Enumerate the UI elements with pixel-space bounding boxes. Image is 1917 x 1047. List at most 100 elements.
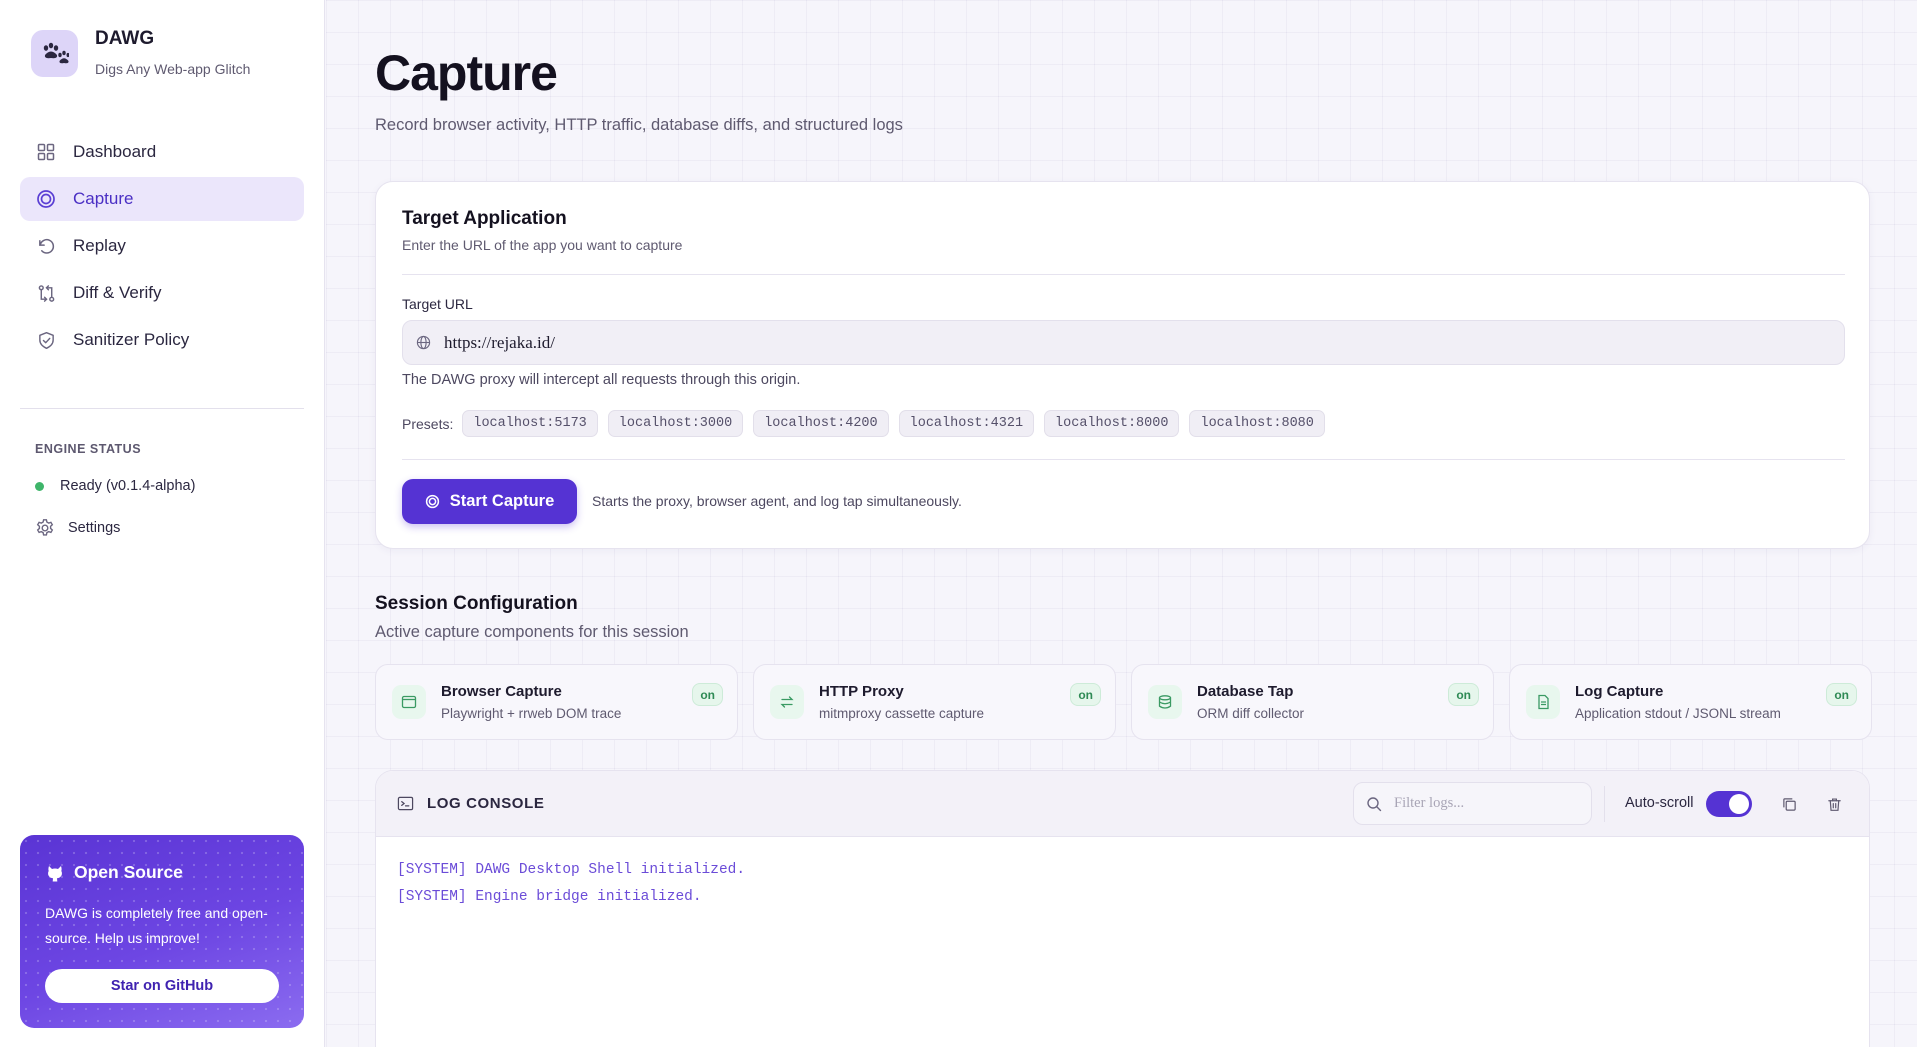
nav-label: Diff & Verify xyxy=(73,283,162,302)
engine-status: Ready (v0.1.4-alpha) xyxy=(35,478,195,494)
preset-chip[interactable]: localhost:8080 xyxy=(1189,410,1325,437)
app-tagline: Digs Any Web-app Glitch xyxy=(95,61,251,77)
session-config-subtitle: Active capture components for this sessi… xyxy=(375,623,689,641)
nav-item-sanitizer-policy[interactable]: Sanitizer Policy xyxy=(20,318,304,362)
card-subtitle: Enter the URL of the app you want to cap… xyxy=(402,237,683,253)
database-icon xyxy=(1148,685,1182,719)
component-name: HTTP Proxy xyxy=(819,683,904,700)
nav-item-diff-verify[interactable]: Diff & Verify xyxy=(20,271,304,315)
brand: DAWG Digs Any Web-app Glitch xyxy=(31,28,250,77)
gear-icon xyxy=(35,518,55,538)
engine-status-text: Ready (v0.1.4-alpha) xyxy=(60,478,196,494)
main-content: Capture Record browser activity, HTTP tr… xyxy=(326,0,1917,1047)
nav-item-replay[interactable]: Replay xyxy=(20,224,304,268)
copy-icon xyxy=(1782,797,1796,811)
sidebar: DAWG Digs Any Web-app Glitch Dashboard C… xyxy=(0,0,325,1047)
search-icon xyxy=(1366,796,1382,812)
component-name: Log Capture xyxy=(1575,683,1664,700)
app-name: DAWG xyxy=(95,28,155,49)
component-card-database-tap: Database Tap ORM diff collector on xyxy=(1131,664,1494,740)
component-name: Database Tap xyxy=(1197,683,1294,700)
target-url-label: Target URL xyxy=(402,296,473,312)
grid-icon xyxy=(36,142,56,162)
toggle-knob xyxy=(1729,794,1749,814)
log-console-title: LOG CONSOLE xyxy=(427,795,545,812)
nav-label: Capture xyxy=(73,189,134,208)
terminal-icon xyxy=(397,795,414,812)
proxy-hint: The DAWG proxy will intercept all reques… xyxy=(402,372,801,388)
card-title: Target Application xyxy=(402,208,567,229)
start-capture-label: Start Capture xyxy=(449,492,555,510)
page-subtitle: Record browser activity, HTTP traffic, d… xyxy=(375,116,903,134)
card-divider xyxy=(402,459,1845,460)
shield-check-icon xyxy=(36,330,56,350)
toolbar-separator xyxy=(1604,786,1605,822)
file-text-icon xyxy=(1526,685,1560,719)
status-dot-icon xyxy=(35,481,44,491)
open-source-title: Open Source xyxy=(74,862,183,882)
open-source-card: Open Source DAWG is completely free and … xyxy=(20,835,304,1028)
globe-icon xyxy=(416,335,431,350)
status-badge: on xyxy=(1826,683,1857,706)
component-desc: Application stdout / JSONL stream xyxy=(1575,706,1781,721)
log-console: LOG CONSOLE Auto-scroll xyxy=(375,770,1870,1047)
component-card-log-capture: Log Capture Application stdout / JSONL s… xyxy=(1509,664,1872,740)
target-application-card: Target Application Enter the URL of the … xyxy=(375,181,1870,549)
main-nav: Dashboard Capture Replay Diff & Verify S… xyxy=(20,130,304,365)
rotate-ccw-icon xyxy=(36,236,56,256)
preset-chip[interactable]: localhost:5173 xyxy=(462,410,598,437)
log-console-header: LOG CONSOLE Auto-scroll xyxy=(376,771,1869,837)
presets-label: Presets: xyxy=(402,415,454,432)
status-badge: on xyxy=(1070,683,1101,706)
settings-label: Settings xyxy=(68,520,121,536)
target-url-input[interactable] xyxy=(444,332,1744,353)
preset-chip[interactable]: localhost:4200 xyxy=(753,410,889,437)
preset-chip[interactable]: localhost:4321 xyxy=(898,410,1035,437)
nav-label: Replay xyxy=(73,236,126,255)
components-row: Browser Capture Playwright + rrweb DOM t… xyxy=(375,664,1872,740)
target-icon xyxy=(425,494,440,509)
browser-window-icon xyxy=(392,685,426,719)
status-badge: on xyxy=(1448,683,1479,706)
auto-scroll-label: Auto-scroll xyxy=(1625,795,1694,811)
github-icon xyxy=(45,863,65,883)
git-compare-icon xyxy=(36,283,56,303)
target-url-field[interactable] xyxy=(402,320,1845,365)
status-badge: on xyxy=(692,683,723,706)
preset-chip[interactable]: localhost:8000 xyxy=(1044,410,1180,437)
trash-icon xyxy=(1827,797,1841,811)
nav-item-dashboard[interactable]: Dashboard xyxy=(20,130,304,174)
settings-link[interactable]: Settings xyxy=(35,518,120,538)
presets-row: Presets: localhost:5173 localhost:3000 l… xyxy=(402,410,1335,437)
component-card-browser-capture: Browser Capture Playwright + rrweb DOM t… xyxy=(375,664,738,740)
auto-scroll-toggle[interactable] xyxy=(1706,791,1752,817)
paw-logo-icon xyxy=(31,30,78,77)
session-config-title: Session Configuration xyxy=(375,593,578,614)
component-desc: ORM diff collector xyxy=(1197,706,1305,721)
nav-label: Sanitizer Policy xyxy=(73,330,190,349)
log-output: [SYSTEM] DAWG Desktop Shell initialized.… xyxy=(397,857,745,911)
start-capture-button[interactable]: Start Capture xyxy=(402,479,577,524)
component-desc: Playwright + rrweb DOM trace xyxy=(441,706,622,721)
log-line: [SYSTEM] Engine bridge initialized. xyxy=(397,889,702,905)
filter-logs-input[interactable] xyxy=(1394,795,1574,812)
star-on-github-button[interactable]: Star on GitHub xyxy=(45,969,279,1003)
engine-status-heading: ENGINE STATUS xyxy=(35,442,142,456)
card-divider xyxy=(402,274,1845,275)
copy-logs-button[interactable] xyxy=(1778,793,1800,815)
target-icon xyxy=(36,189,56,209)
nav-item-capture[interactable]: Capture xyxy=(20,177,304,221)
log-line: [SYSTEM] DAWG Desktop Shell initialized. xyxy=(397,862,746,878)
arrows-exchange-icon xyxy=(770,685,804,719)
start-capture-hint: Starts the proxy, browser agent, and log… xyxy=(592,493,962,509)
sidebar-divider xyxy=(20,408,304,409)
nav-label: Dashboard xyxy=(73,142,157,161)
component-card-http-proxy: HTTP Proxy mitmproxy cassette capture on xyxy=(753,664,1116,740)
preset-chip[interactable]: localhost:3000 xyxy=(607,410,744,437)
component-desc: mitmproxy cassette capture xyxy=(819,706,985,721)
filter-logs-field[interactable] xyxy=(1353,782,1592,825)
page-title: Capture xyxy=(375,45,558,101)
clear-logs-button[interactable] xyxy=(1823,793,1845,815)
open-source-text: DAWG is completely free and open-source.… xyxy=(45,905,268,946)
component-name: Browser Capture xyxy=(441,683,562,700)
